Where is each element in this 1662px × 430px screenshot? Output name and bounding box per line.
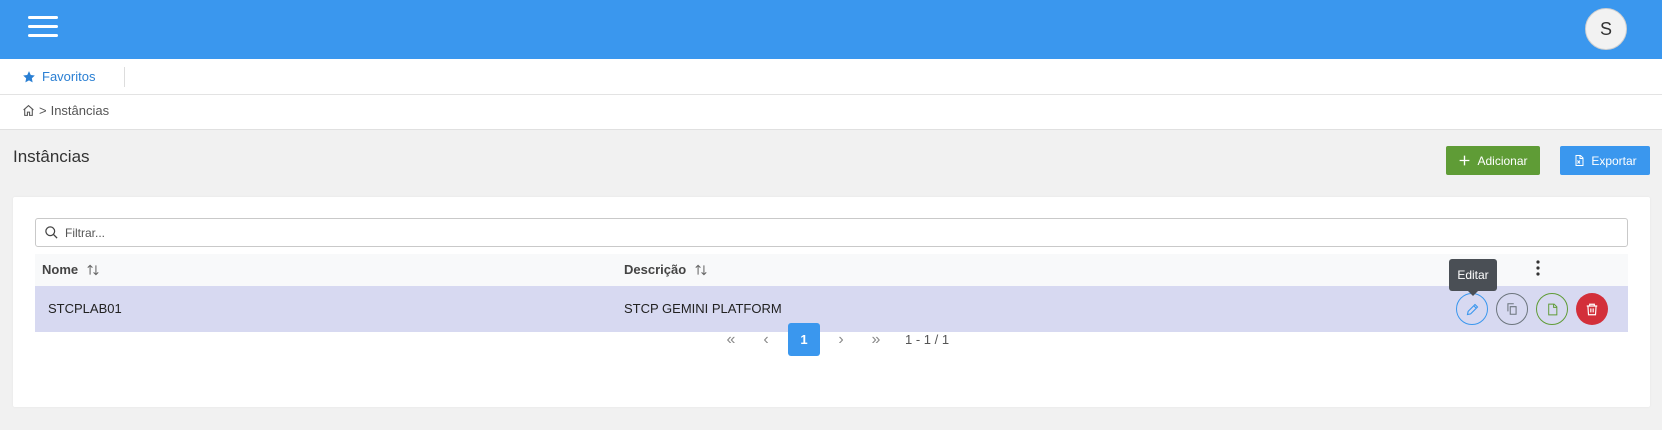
trash-icon (1586, 303, 1598, 315)
file-button[interactable] (1536, 293, 1568, 325)
pagination: « ‹ 1 › » 1 - 1 / 1 (13, 323, 1650, 356)
sort-icon (695, 264, 707, 275)
menu-icon[interactable] (28, 16, 58, 42)
export-button-label: Exportar (1591, 153, 1637, 168)
delete-button[interactable] (1576, 293, 1608, 325)
avatar[interactable]: S (1585, 8, 1627, 50)
breadcrumb-separator: > (39, 103, 47, 118)
edit-tooltip: Editar (1449, 259, 1497, 296)
more-vertical-icon[interactable] (1536, 260, 1540, 281)
cell-descricao: STCP GEMINI PLATFORM (624, 301, 782, 316)
breadcrumb-current: Instâncias (50, 103, 110, 118)
first-page-icon[interactable]: « (715, 323, 747, 356)
column-header-descricao[interactable]: Descrição (624, 262, 708, 277)
filter-input[interactable] (65, 225, 1615, 240)
column-header-nome[interactable]: Nome (42, 262, 100, 277)
copy-button[interactable] (1496, 293, 1528, 325)
prev-page-icon[interactable]: ‹ (750, 323, 782, 356)
filter-box (35, 218, 1628, 247)
file-excel-icon (1575, 155, 1584, 166)
pagination-info: 1 - 1 / 1 (905, 332, 950, 347)
home-icon[interactable] (22, 104, 35, 117)
plus-icon (1460, 155, 1470, 166)
last-page-icon[interactable]: » (860, 323, 892, 356)
breadcrumb-bar: > Instâncias (0, 95, 1662, 130)
divider (124, 67, 125, 87)
sort-icon (87, 264, 99, 275)
edit-button[interactable] (1456, 293, 1488, 325)
favorites-link[interactable]: Favoritos (22, 69, 95, 84)
top-bar: S (0, 0, 1662, 59)
column-label: Descrição (624, 262, 687, 277)
table-header: Nome Descrição (35, 254, 1628, 286)
favorites-label: Favoritos (42, 69, 96, 84)
next-page-icon[interactable]: › (825, 323, 857, 356)
search-icon (45, 226, 58, 239)
column-label: Nome (42, 262, 79, 277)
copy-icon (1507, 303, 1517, 315)
export-button[interactable]: Exportar (1560, 146, 1650, 175)
pencil-icon (1466, 303, 1478, 315)
page-button-current[interactable]: 1 (788, 323, 820, 356)
add-button[interactable]: Adicionar (1446, 146, 1540, 175)
star-icon (23, 70, 35, 82)
breadcrumb: > Instâncias (22, 103, 109, 118)
table-card: Nome Descrição STCPLAB01 STCP GEMINI PLA… (13, 197, 1650, 407)
favorites-bar: Favoritos (0, 59, 1662, 95)
file-icon (1547, 303, 1557, 315)
cell-nome: STCPLAB01 (48, 301, 122, 316)
page-title: Instâncias (13, 147, 90, 166)
add-button-label: Adicionar (1477, 153, 1528, 168)
